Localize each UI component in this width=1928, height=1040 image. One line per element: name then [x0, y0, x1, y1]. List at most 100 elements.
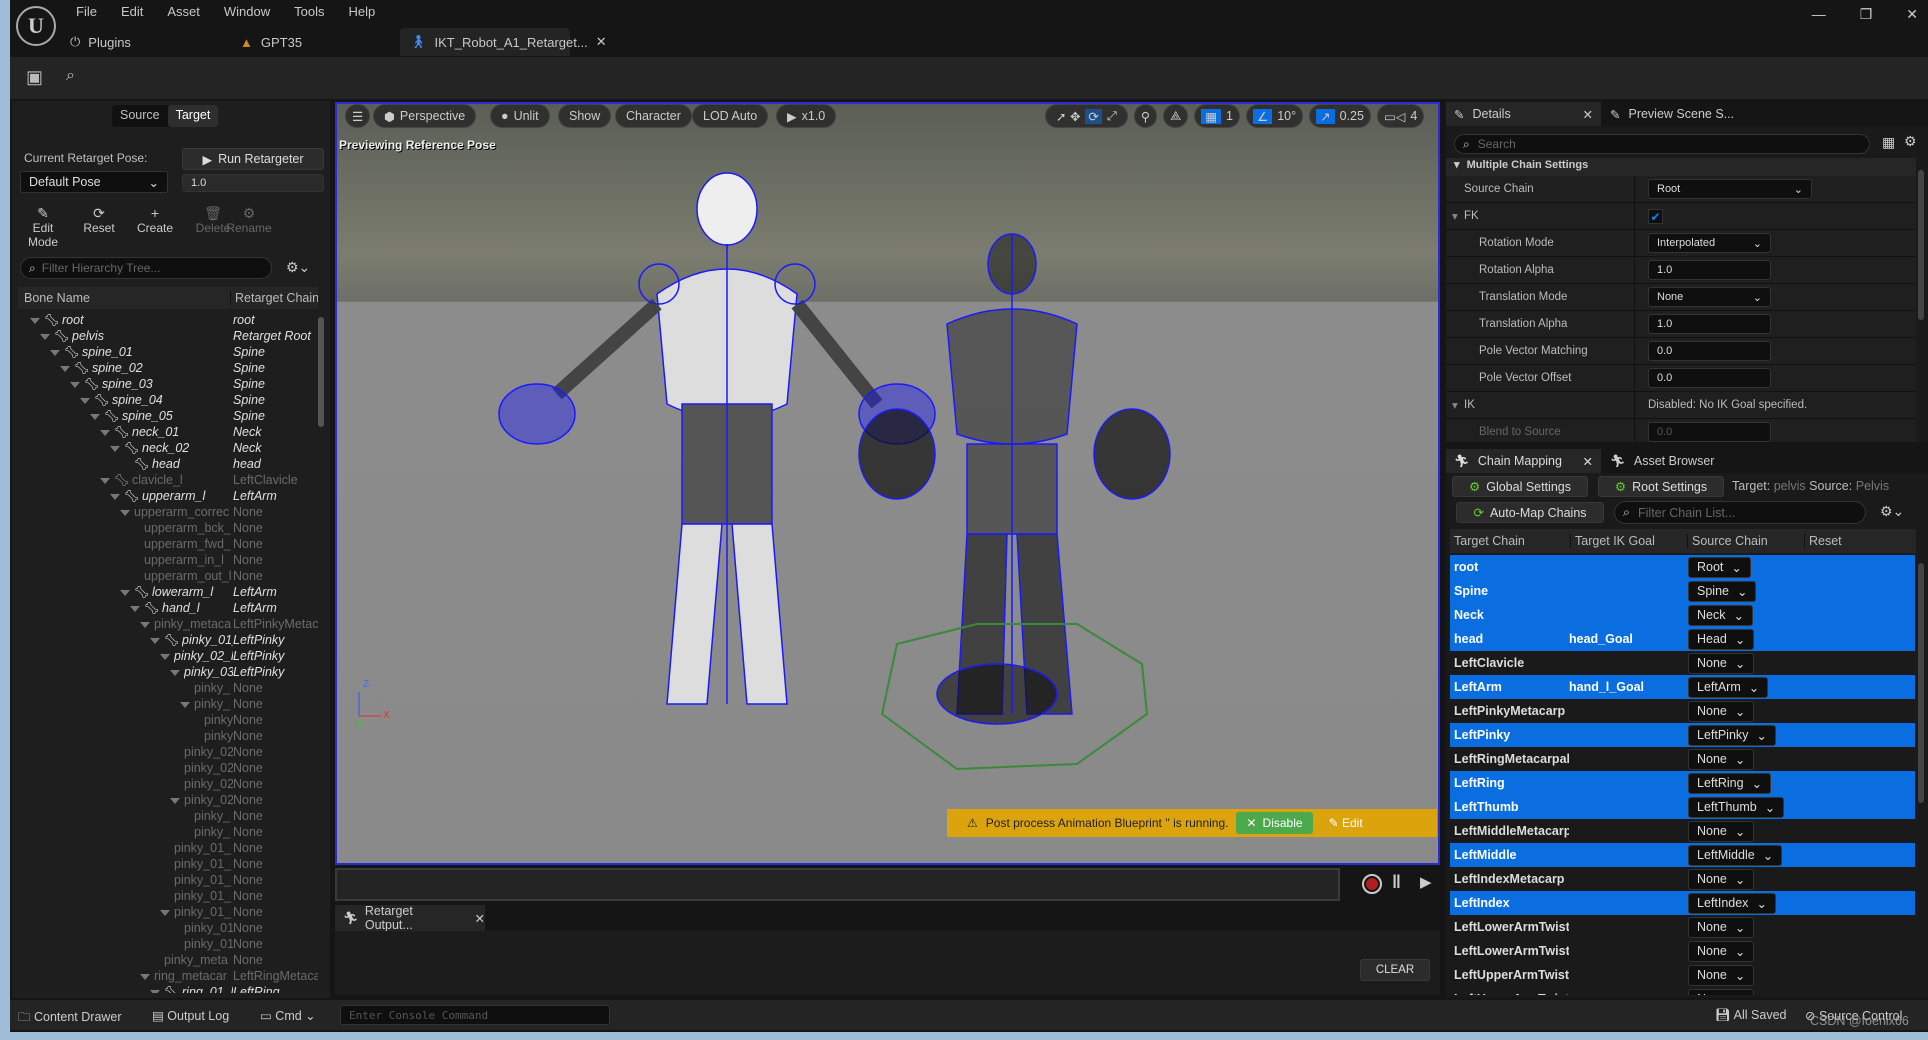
console-input[interactable]: Enter Console Command — [340, 1005, 610, 1025]
viewport[interactable]: Z X Y Previewing Reference Pose ⚠ Post pr… — [335, 102, 1440, 865]
viewport-perspective-button[interactable]: ⬢ Perspective — [373, 104, 477, 128]
menu-tools[interactable]: Tools — [294, 4, 324, 19]
chain-row[interactable]: LeftPinky LeftPinky ⌄ — [1450, 723, 1915, 747]
close-window-button[interactable]: ✕ — [1906, 6, 1918, 23]
cmd-dropdown[interactable]: ▭ Cmd ⌄ — [260, 1008, 316, 1023]
expand-arrow-icon[interactable] — [150, 990, 160, 993]
tree-row[interactable]: 🦴︎ spine_02 Spine — [12, 361, 312, 377]
reset-button[interactable]: ⟳ Reset — [74, 205, 124, 235]
camera-speed-button[interactable]: ▭◁ 4 — [1376, 104, 1425, 128]
browse-asset-icon[interactable]: ⌕ — [66, 67, 75, 85]
viewport-unlit-button[interactable]: ● Unlit — [490, 104, 550, 128]
tree-row[interactable]: pinky None — [12, 729, 312, 745]
tree-row[interactable]: 🦴︎ pelvis Retarget Root — [12, 329, 312, 345]
expand-arrow-icon[interactable] — [50, 350, 60, 356]
menu-asset[interactable]: Asset — [167, 4, 200, 19]
source-chain-dropdown[interactable]: None ⌄ — [1688, 965, 1755, 986]
menu-help[interactable]: Help — [348, 4, 375, 19]
col-target-chain[interactable]: Target Chain — [1454, 534, 1525, 548]
property-dropdown[interactable]: Interpolated ⌄ — [1648, 233, 1771, 253]
settings-icon[interactable]: ⚙⌄ — [1880, 503, 1904, 520]
retarget-output-tab[interactable]: 🏃︎ Retarget Output... ✕ — [335, 904, 485, 932]
source-chain-dropdown[interactable]: Neck ⌄ — [1688, 605, 1753, 626]
expand-arrow-icon[interactable] — [110, 494, 120, 500]
tree-row[interactable]: 🦴︎ spine_05 Spine — [12, 409, 312, 425]
settings-icon[interactable]: ⚙⌄ — [286, 259, 310, 276]
col-retarget-chain[interactable]: Retarget Chain — [230, 291, 318, 305]
transform-tools[interactable]: ➚ ✥ ⟳ ⤢ — [1045, 104, 1128, 128]
tree-row[interactable]: 🦴︎ spine_03 Spine — [12, 377, 312, 393]
tree-row[interactable]: upperarm_bck_ None — [12, 521, 312, 537]
expand-arrow-icon[interactable] — [70, 382, 80, 388]
clear-button[interactable]: CLEAR — [1360, 959, 1430, 981]
run-retargeter-button[interactable]: ▶ Run Retargeter — [182, 148, 324, 170]
property-input[interactable]: 0.0 — [1648, 341, 1771, 361]
expand-arrow-icon[interactable] — [140, 974, 150, 980]
tab-0[interactable]: ⏻ Plugins — [60, 28, 141, 56]
tree-row[interactable]: pinky_01 None — [12, 937, 312, 953]
expand-arrow-icon[interactable] — [150, 638, 160, 644]
tree-row[interactable]: 🦴︎ clavicle_l LeftClavicle — [12, 473, 312, 489]
details-search-input[interactable]: ⌕ Search — [1454, 134, 1870, 154]
expand-arrow-icon[interactable] — [90, 414, 100, 420]
close-icon[interactable]: ✕ — [1583, 454, 1593, 469]
expand-arrow-icon[interactable] — [30, 318, 40, 324]
chain-row[interactable]: Spine Spine ⌄ — [1450, 579, 1915, 603]
chain-row[interactable]: LeftThumb LeftThumb ⌄ — [1450, 795, 1915, 819]
source-chain-dropdown[interactable]: None ⌄ — [1688, 653, 1755, 674]
tree-row[interactable]: pinky_ None — [12, 697, 312, 713]
minimize-button[interactable]: — — [1812, 6, 1826, 23]
record-button[interactable] — [1362, 874, 1382, 894]
tree-row[interactable]: 🦴︎ spine_01 Spine — [12, 345, 312, 361]
property-input[interactable]: 0.0 — [1648, 368, 1771, 388]
expand-arrow-icon[interactable] — [120, 510, 130, 516]
property-dropdown[interactable]: Root ⌄ — [1648, 179, 1812, 199]
rename-button[interactable]: ⚙ Rename — [224, 205, 274, 235]
chain-row[interactable]: LeftMiddleMetacarpal None ⌄ — [1450, 819, 1915, 843]
auto-map-chains-button[interactable]: ⟳ Auto-Map Chains — [1456, 502, 1604, 523]
tree-row[interactable]: pinky_01 None — [12, 921, 312, 937]
expand-arrow-icon[interactable] — [140, 622, 150, 628]
tab-1[interactable]: ▲ GPT35 — [230, 28, 312, 56]
source-toggle[interactable]: Source — [112, 105, 168, 127]
tree-row[interactable]: upperarm_fwd_ None — [12, 537, 312, 553]
col-source-chain[interactable]: Source Chain — [1687, 534, 1768, 548]
details-tab[interactable]: ✎ Details ✕ — [1446, 102, 1601, 126]
grid-snap-button[interactable]: ▦ 1 — [1194, 104, 1240, 128]
expand-arrow-icon[interactable] — [100, 430, 110, 436]
edit-button[interactable]: ✎ Edit — [1329, 816, 1363, 830]
settings-icon[interactable]: ⚙ — [1904, 133, 1917, 150]
tree-row[interactable]: upperarm_correc None — [12, 505, 312, 521]
property-input[interactable]: 0.0 — [1648, 422, 1771, 442]
root-settings-button[interactable]: ⚙ Root Settings — [1598, 476, 1724, 497]
tree-row[interactable]: 🦴︎ hand_l LeftArm — [12, 601, 312, 617]
fk-checkbox[interactable]: ✔ — [1648, 209, 1663, 224]
tree-row[interactable]: pinky_01_ None — [12, 841, 312, 857]
source-chain-dropdown[interactable]: Root ⌄ — [1688, 557, 1751, 578]
source-chain-dropdown[interactable]: None ⌄ — [1688, 869, 1755, 890]
expand-arrow-icon[interactable] — [170, 798, 180, 804]
target-toggle[interactable]: Target — [167, 105, 219, 127]
viewport-lod-auto-button[interactable]: LOD Auto — [692, 104, 769, 128]
expand-arrow-icon[interactable] — [130, 606, 140, 612]
source-chain-dropdown[interactable]: LeftRing ⌄ — [1688, 773, 1772, 794]
chain-row[interactable]: head head_Goal Head ⌄ — [1450, 627, 1915, 651]
expand-arrow-icon[interactable] — [60, 366, 70, 372]
chain-scrollbar[interactable] — [1918, 563, 1924, 803]
expand-arrow-icon[interactable] — [40, 334, 50, 340]
chain-row[interactable]: LeftLowerArmTwist None ⌄ — [1450, 915, 1915, 939]
tree-row[interactable]: 🦴︎pinky_01_lLeftPinky — [12, 633, 312, 649]
property-input[interactable]: 1.0 — [1648, 260, 1771, 280]
tree-row[interactable]: pinky_01_ None — [12, 889, 312, 905]
source-chain-dropdown[interactable]: None ⌄ — [1688, 917, 1755, 938]
preview-scene-tab[interactable]: ✎ Preview Scene S... — [1610, 102, 1734, 126]
tree-row[interactable]: pinky_metaca LeftPinkyMetac — [12, 617, 318, 633]
chain-mapping-tab[interactable]: 🏃︎ Chain Mapping ✕ — [1446, 449, 1601, 473]
chain-row[interactable]: LeftIndexMetacarp None ⌄ — [1450, 867, 1915, 891]
chain-row[interactable]: LeftUpperArmTwist None ⌄ — [1450, 963, 1915, 987]
tree-row[interactable]: pinky_02_l LeftPinky — [12, 649, 312, 665]
angle-snap-button[interactable]: ∠ 10° — [1246, 104, 1304, 128]
expand-arrow-icon[interactable]: ▾ — [1452, 209, 1458, 223]
tree-row[interactable]: pinky_ None — [12, 809, 312, 825]
source-chain-dropdown[interactable]: Head ⌄ — [1688, 629, 1755, 650]
